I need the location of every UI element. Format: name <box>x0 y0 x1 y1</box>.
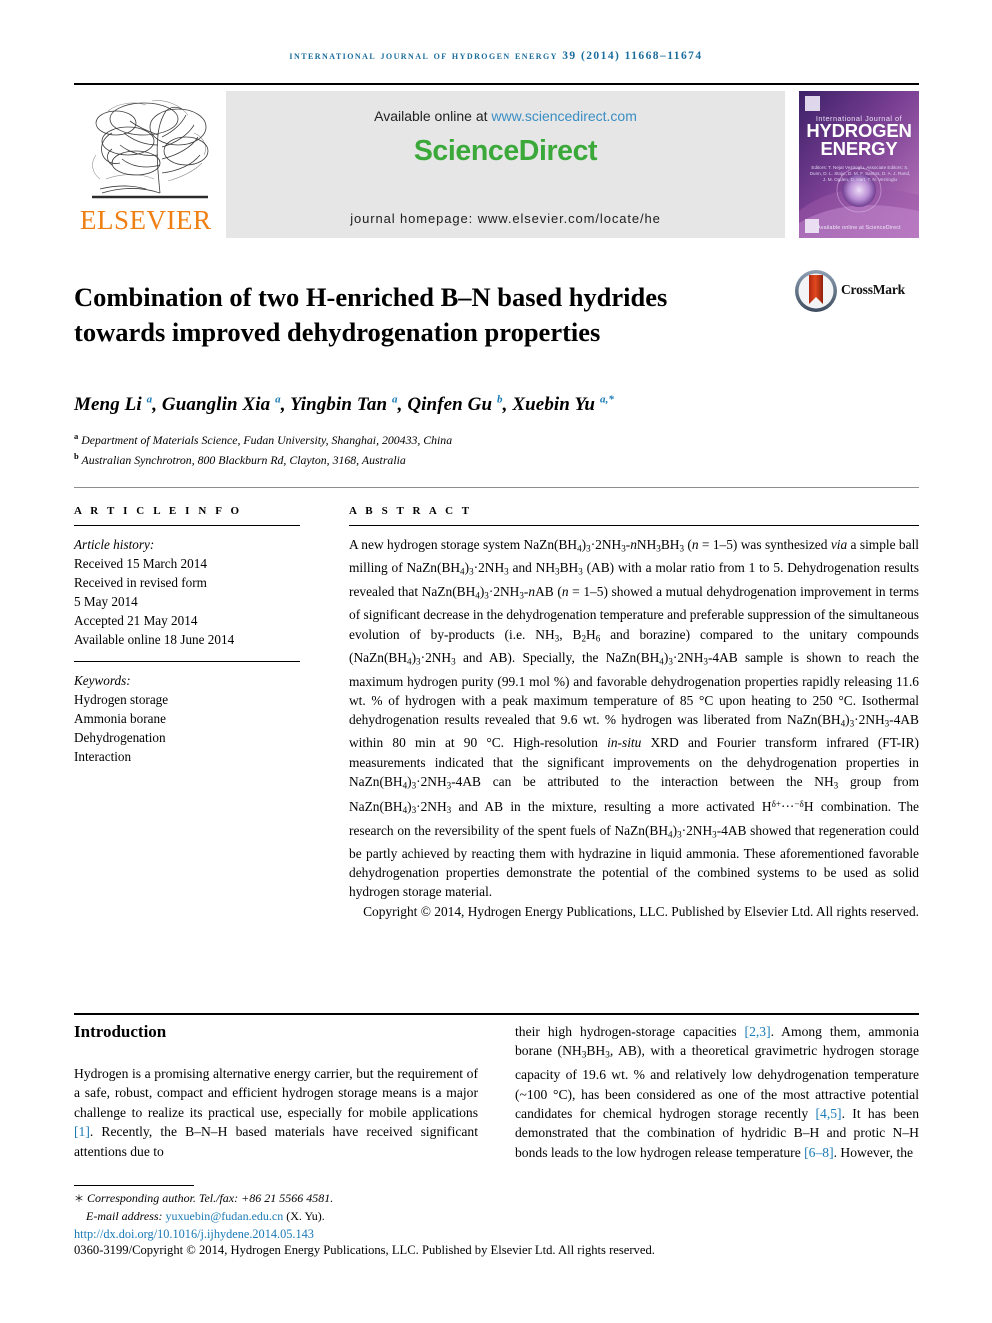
article-history-block: Article history: Received 15 March 2014 … <box>74 535 300 649</box>
email-label: E-mail address: <box>86 1209 163 1223</box>
asterisk-icon: ＊ <box>74 1194 84 1205</box>
author-4[interactable]: Qinfen Gu b <box>407 394 502 415</box>
keyword-item[interactable]: Interaction <box>74 747 300 766</box>
author-1[interactable]: Meng Li a <box>74 394 152 415</box>
elsevier-logo: ELSEVIER <box>74 91 226 238</box>
abstract-copyright: Copyright © 2014, Hydrogen Energy Public… <box>363 903 919 919</box>
abstract-body: A new hydrogen storage system NaZn(BH4)3… <box>349 535 919 921</box>
email-attribution: (X. Yu). <box>286 1209 325 1223</box>
article-info-heading: A R T I C L E I N F O <box>74 505 243 517</box>
sciencedirect-wordmark[interactable]: ScienceDirect <box>226 135 785 168</box>
cover-title-energy: ENERGY <box>820 138 898 159</box>
author-3-affil-marker: a <box>392 394 398 406</box>
affiliation-a-text: Department of Materials Science, Fudan U… <box>81 432 453 447</box>
page-title: Combination of two H-enriched B–N based … <box>74 281 668 347</box>
body-right-column: their high hydrogen-storage capacities [… <box>515 1022 919 1162</box>
author-5[interactable]: Xuebin Yu a,* <box>512 394 614 415</box>
abstract-rule <box>349 525 919 526</box>
affiliation-b-text: Australian Synchrotron, 800 Blackburn Rd… <box>81 453 406 468</box>
cover-main-title: HYDROGEN ENERGY <box>799 121 919 159</box>
body-left-column: Introduction Hydrogen is a promising alt… <box>74 1022 478 1161</box>
abstract-paragraph: A new hydrogen storage system NaZn(BH4)3… <box>349 537 920 900</box>
history-item: 5 May 2014 <box>74 594 138 609</box>
history-item: Available online 18 June 2014 <box>74 632 235 647</box>
keyword-item[interactable]: Dehydrogenation <box>74 728 300 747</box>
corresponding-author-line: ＊ Corresponding author. Tel./fax: +86 21… <box>74 1190 574 1208</box>
keywords-block: Keywords: Hydrogen storage Ammonia boran… <box>74 671 300 766</box>
intro-paragraph-right: their high hydrogen-storage capacities [… <box>515 1024 919 1160</box>
running-head: International Journal of Hydrogen Energy… <box>289 50 703 62</box>
elsevier-tree-icon <box>92 100 209 199</box>
issn-copyright-line: 0360-3199/Copyright © 2014, Hydrogen Ene… <box>74 1243 655 1257</box>
history-item: Accepted 21 May 2014 <box>74 613 198 628</box>
footnote-block: ＊ Corresponding author. Tel./fax: +86 21… <box>74 1190 574 1225</box>
keyword-item[interactable]: Ammonia borane <box>74 709 300 728</box>
affiliation-a-marker: a <box>74 431 79 441</box>
author-5-affil-marker: a,* <box>599 394 615 406</box>
article-info-column: A R T I C L E I N F O Article history: R… <box>74 505 300 766</box>
history-item: Received 15 March 2014 <box>74 556 207 571</box>
footnote-divider <box>74 1185 194 1186</box>
author-2-affil-marker: a <box>275 394 281 406</box>
author-4-affil-marker: b <box>497 394 503 406</box>
sciencedirect-band: Available online at www.sciencedirect.co… <box>226 91 785 238</box>
info-section-divider <box>74 487 919 488</box>
journal-cover-image: International Journal of HYDROGEN ENERGY… <box>799 91 919 238</box>
article-history-label: Article history: <box>74 537 155 552</box>
crossmark-badge[interactable]: CrossMark <box>793 268 923 316</box>
keyword-item[interactable]: Hydrogen storage <box>74 690 300 709</box>
journal-article-page: International Journal of Hydrogen Energy… <box>0 0 992 1323</box>
elsevier-wordmark: ELSEVIER <box>80 205 212 235</box>
author-1-affil-marker: a <box>146 394 153 406</box>
keywords-rule <box>74 661 300 662</box>
crossmark-icon <box>795 270 837 312</box>
affiliation-list: a Department of Materials Science, Fudan… <box>74 428 774 469</box>
doi-link[interactable]: http://dx.doi.org/10.1016/j.ijhydene.201… <box>74 1227 314 1242</box>
journal-masthead: ELSEVIER Available online at www.science… <box>74 83 919 238</box>
article-info-rule <box>74 525 300 526</box>
available-online-line: Available online at www.sciencedirect.co… <box>226 108 785 124</box>
body-section-divider <box>74 1013 919 1015</box>
crossmark-label: CrossMark <box>841 282 905 297</box>
section-heading-introduction: Introduction <box>74 1022 167 1041</box>
abstract-heading: A B S T R A C T <box>349 505 473 517</box>
history-item: Received in revised form <box>74 575 207 590</box>
intro-paragraph-left: Hydrogen is a promising alternative ener… <box>74 1066 478 1159</box>
cover-editors: Editors: T. Nejat Veziroglu, Associate E… <box>809 165 911 183</box>
author-2[interactable]: Guanglin Xia a <box>162 394 281 415</box>
author-3[interactable]: Yingbin Tan a <box>290 394 398 415</box>
affiliation-a: a Department of Materials Science, Fudan… <box>74 428 774 448</box>
cover-bottom-text: Available online at ScienceDirect <box>817 225 901 231</box>
affiliation-b-marker: b <box>74 451 79 462</box>
author-list: Meng Li a, Guanglin Xia a, Yingbin Tan a… <box>74 394 615 416</box>
abstract-column: A B S T R A C T A new hydrogen storage s… <box>349 505 919 921</box>
email-line: E-mail address: yuxuebin@fudan.edu.cn (X… <box>74 1208 574 1225</box>
journal-homepage-line[interactable]: journal homepage: www.elsevier.com/locat… <box>226 211 785 226</box>
keywords-label: Keywords: <box>74 673 131 688</box>
affiliation-b: b Australian Synchrotron, 800 Blackburn … <box>74 448 774 468</box>
corresponding-author-text: Corresponding author. Tel./fax: +86 21 5… <box>87 1191 334 1205</box>
available-online-prefix: Available online at <box>374 108 492 124</box>
email-link[interactable]: yuxuebin@fudan.edu.cn <box>166 1209 284 1223</box>
sciencedirect-url[interactable]: www.sciencedirect.com <box>491 108 637 124</box>
